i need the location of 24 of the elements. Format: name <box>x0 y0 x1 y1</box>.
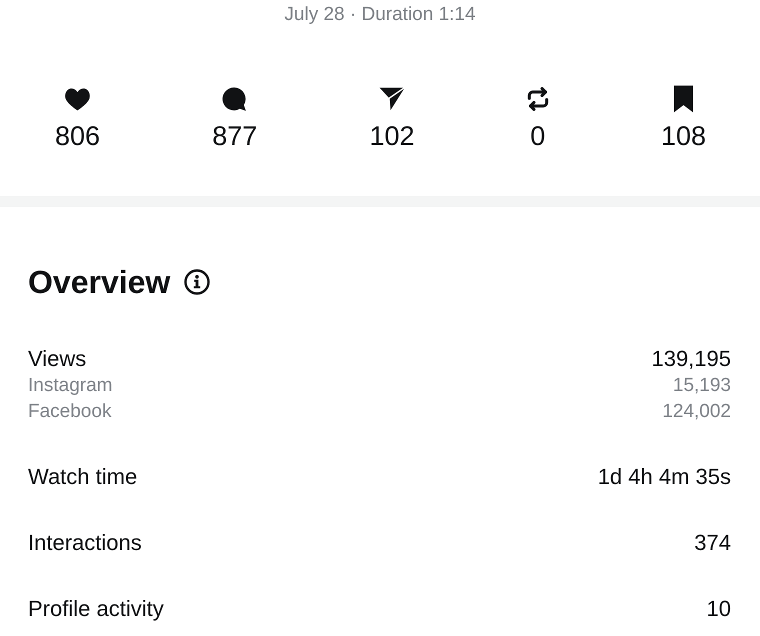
speech-bubble-icon[interactable] <box>222 86 248 112</box>
breakdown-value: 15,193 <box>672 374 731 398</box>
metric-value: 1d 4h 4m 35s <box>598 463 731 491</box>
post-date-duration: July 28 · Duration 1:14 <box>284 3 476 27</box>
repeat-arrows-icon[interactable] <box>526 86 549 112</box>
heart-icon[interactable] <box>64 88 92 110</box>
info-icon[interactable] <box>184 269 210 295</box>
stat-count: 0 <box>530 120 546 152</box>
metric-label: Interactions <box>28 529 142 557</box>
section-title: Overview <box>28 263 170 302</box>
metric-value: 374 <box>694 529 731 557</box>
metric-value: 139,195 <box>651 345 731 373</box>
metric-value: 10 <box>706 595 731 623</box>
paper-plane-icon[interactable] <box>379 87 406 111</box>
breakdown-label: Facebook <box>28 400 112 424</box>
metric-label: Views <box>28 345 86 373</box>
metric-label: Profile activity <box>28 595 164 623</box>
stat-count: 806 <box>55 120 100 152</box>
breakdown-value: 124,002 <box>662 400 731 424</box>
stat-count: 877 <box>212 120 258 152</box>
metric-label: Watch time <box>28 463 138 491</box>
breakdown-label: Instagram <box>28 374 112 398</box>
stat-count: 108 <box>660 120 706 152</box>
stat-count: 102 <box>370 120 415 152</box>
